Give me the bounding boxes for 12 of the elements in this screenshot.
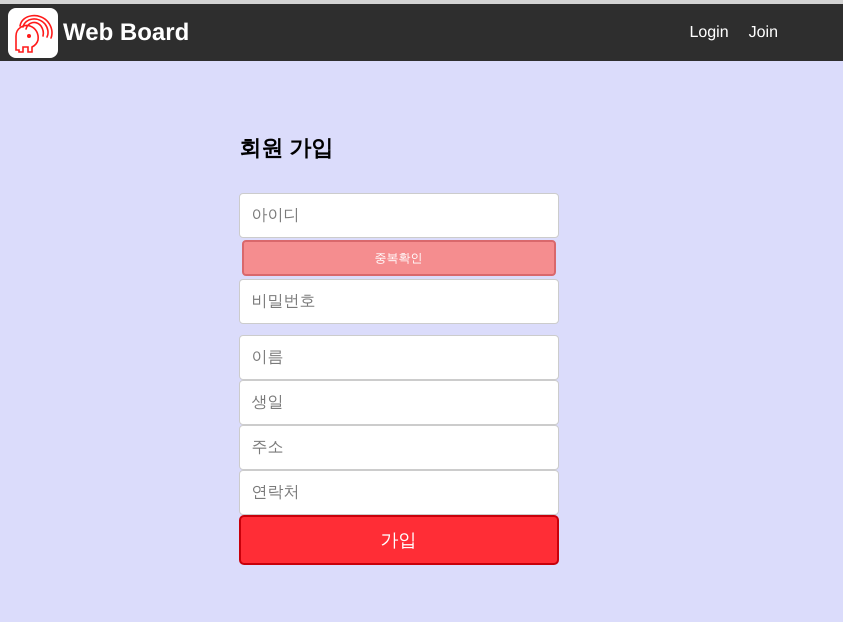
id-field[interactable]: 아이디 xyxy=(238,193,558,238)
nav-link[interactable]: Login xyxy=(689,24,729,40)
birthday-field[interactable]: 생일 xyxy=(238,380,558,425)
form-title: 회원 가입 xyxy=(238,137,335,159)
nav-link[interactable]: Join xyxy=(748,24,778,40)
password-field[interactable]: 비밀번호 xyxy=(238,279,558,324)
name-field[interactable]: 이름 xyxy=(238,335,558,380)
address-field[interactable]: 주소 xyxy=(238,425,558,470)
contact-field[interactable]: 연락처 xyxy=(238,470,558,515)
brand-title[interactable]: Web Board xyxy=(63,20,190,44)
app-logo-icon[interactable] xyxy=(8,8,58,58)
join-submit-button[interactable]: 가입 xyxy=(238,515,558,565)
